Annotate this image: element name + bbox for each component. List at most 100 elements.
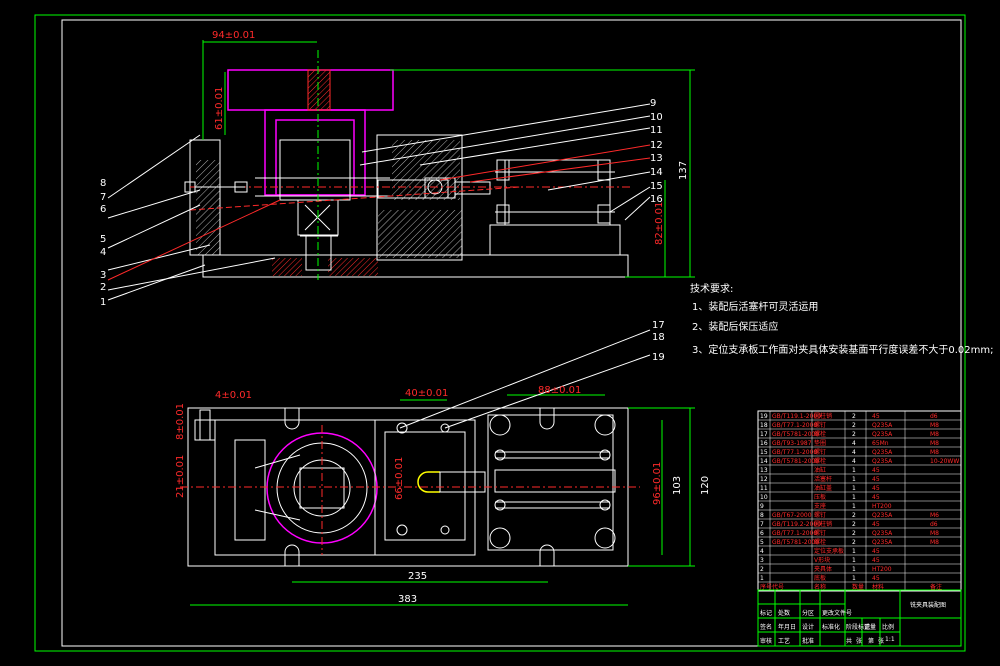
parts-cell: 夹具体 [814, 565, 832, 573]
dim-21: 21±0.01 [175, 455, 186, 498]
parts-cell: 15 [760, 449, 768, 456]
dim-96: 96±0.01 [652, 462, 663, 505]
dim-40: 40±0.01 [405, 388, 448, 399]
parts-cell: 4 [760, 548, 764, 555]
tb-sheet-total: 共 [846, 637, 852, 645]
balloons-right: 9 10 11 12 13 14 15 16 [650, 98, 663, 205]
parts-cell: 8 [760, 512, 764, 519]
tb-sheet-no: 第 [868, 637, 874, 645]
balloon-11: 11 [650, 125, 663, 136]
tb-label-review: 审核 [760, 637, 772, 645]
tb-sheet-unit2: 张 [878, 637, 884, 645]
parts-cell: 45 [872, 494, 880, 501]
parts-cell: GB/T77.1-2000 [772, 422, 817, 429]
parts-cell: 1 [852, 566, 856, 573]
parts-cell: 1 [852, 494, 856, 501]
parts-cell: 油缸盖 [814, 484, 832, 492]
balloon-15: 15 [650, 181, 663, 192]
parts-cell: GB/T93-1987 [772, 440, 812, 447]
tb-label-design: 设计 [802, 623, 814, 631]
parts-list: 19 GB/T119.1-2000圆柱销 2 45 d618 GB/T77.1-2000螺… [757, 410, 962, 592]
outer-border [34, 14, 966, 652]
balloon-16: 16 [650, 194, 663, 205]
parts-cell: 6 [760, 530, 764, 537]
parts-cell: GB/T5781-2000 [772, 458, 819, 465]
tb-label-count: 处数 [778, 609, 790, 617]
balloon-19: 19 [652, 352, 665, 363]
parts-cell: 45 [872, 548, 880, 555]
parts-cell: 油缸 [814, 466, 826, 474]
parts-cell: 17 [760, 431, 768, 438]
parts-cell: 压板 [814, 493, 826, 501]
parts-cell: 圆柱销 [814, 520, 832, 528]
dim-82: 82±0.01 [654, 202, 665, 245]
balloon-6: 6 [100, 204, 106, 215]
parts-cell: 2 [852, 530, 856, 537]
parts-cell: 16 [760, 440, 768, 447]
parts-cell: 9 [760, 503, 764, 510]
tb-label-date: 年月日 [778, 623, 796, 631]
top-view [180, 329, 695, 606]
parts-cell: 螺栓 [814, 430, 826, 438]
parts-cell: 11 [760, 485, 768, 492]
parts-cell: M6 [930, 512, 939, 519]
parts-cell: M8 [930, 440, 939, 447]
parts-cell: 45 [872, 413, 880, 420]
parts-cell: 螺钉 [814, 529, 826, 537]
parts-cell: 定位支承板 [814, 547, 844, 555]
dim-383: 383 [398, 594, 417, 605]
parts-cell: 45 [872, 485, 880, 492]
parts-cell: Q235A [872, 458, 893, 465]
parts-cell: 1 [852, 503, 856, 510]
parts-cell: 1 [852, 485, 856, 492]
parts-cell: 65Mn [872, 440, 889, 447]
balloon-12: 12 [650, 140, 663, 151]
dim-4: 4±0.01 [215, 390, 252, 401]
tech-item-1: 1、装配后活塞杆可灵活运用 [692, 300, 818, 313]
tech-item-3: 3、定位支承板工作面对夹具体安装基面平行度误差不大于0.02mm; [692, 343, 993, 356]
parts-cell: 支座 [814, 502, 826, 510]
tb-label-docno: 更改文件号 [822, 609, 852, 617]
front-view [107, 40, 695, 301]
parts-cell: M8 [930, 422, 939, 429]
balloon-10: 10 [650, 112, 663, 123]
dim-235: 235 [408, 571, 427, 582]
parts-cell: 2 [852, 539, 856, 546]
dim-94: 94±0.01 [212, 30, 255, 41]
parts-cell: 4 [852, 458, 856, 465]
parts-cell: M8 [930, 449, 939, 456]
parts-cell: 螺钉 [814, 448, 826, 456]
cad-drawing-canvas: 94±0.01 61±0.01 137 82±0.01 8 7 6 5 4 3 … [34, 14, 993, 652]
parts-cell: 底板 [814, 574, 826, 582]
parts-cell: 45 [872, 521, 880, 528]
balloon-2: 2 [100, 282, 106, 293]
parts-cell: 2 [852, 413, 856, 420]
parts-cell: Q235A [872, 422, 893, 429]
parts-cell: 13 [760, 467, 768, 474]
tb-label-sign: 签名 [760, 623, 772, 631]
balloon-1: 1 [100, 297, 106, 308]
tech-title: 技术要求: [690, 282, 733, 295]
parts-cell: HT200 [872, 503, 892, 510]
parts-cell: 1 [852, 467, 856, 474]
tb-ratio: 比例 [882, 623, 894, 631]
parts-cell: Q235A [872, 530, 893, 537]
tech-requirements: 技术要求: 1、装配后活塞杆可灵活运用 2、装配后保压适应 3、定位支承板工作面… [690, 282, 993, 356]
balloon-17: 17 [652, 320, 665, 331]
parts-cell: 1 [852, 557, 856, 564]
parts-cell: 14 [760, 458, 768, 465]
parts-cell: 螺钉 [814, 421, 826, 429]
parts-cell: 7 [760, 521, 764, 528]
balloon-18: 18 [652, 332, 665, 343]
title-block: 铣夹具装配图 1:1 标记 处数 分区 更改文件号 签名 年月日 设计 标准化 … [757, 589, 962, 647]
parts-cell: M8 [930, 539, 939, 546]
balloon-9: 9 [650, 98, 656, 109]
parts-cell: 5 [760, 539, 764, 546]
balloon-8: 8 [100, 178, 106, 189]
dim-103: 103 [672, 476, 683, 495]
tb-label-approve: 批准 [802, 637, 814, 645]
tech-item-2: 2、装配后保压适应 [692, 320, 778, 333]
parts-cell: GB/T77.1-2000 [772, 530, 817, 537]
parts-cell: 2 [852, 422, 856, 429]
balloon-14: 14 [650, 167, 663, 178]
